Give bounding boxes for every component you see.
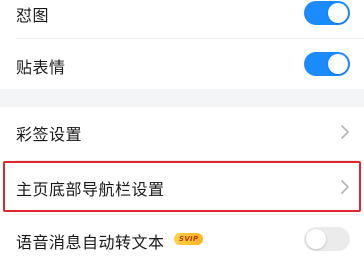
section-gap [0,89,364,107]
setting-row-stickers[interactable]: 贴表情 [0,39,364,89]
setting-label: 语音消息自动转文本 [16,233,165,252]
setting-row-duitu[interactable]: 怼图 [0,0,364,34]
toggle-knob [328,3,348,23]
setting-label: 彩签设置 [16,125,83,144]
setting-label: 主页底部导航栏设置 [16,180,165,199]
toggle-knob [306,229,326,249]
chevron-right-icon [341,180,349,194]
toggle-knob [328,54,348,74]
svip-badge: SVIP [174,233,204,245]
stickers-toggle[interactable] [304,52,350,76]
voice-to-text-toggle[interactable] [304,227,350,251]
setting-row-bottom-nav[interactable]: 主页底部导航栏设置 [0,161,364,212]
duitu-toggle[interactable] [304,1,350,25]
setting-label: 怼图 [16,6,50,25]
chevron-right-icon [341,125,349,139]
setting-label: 贴表情 [16,58,66,77]
setting-row-color-tags[interactable]: 彩签设置 [0,107,364,157]
